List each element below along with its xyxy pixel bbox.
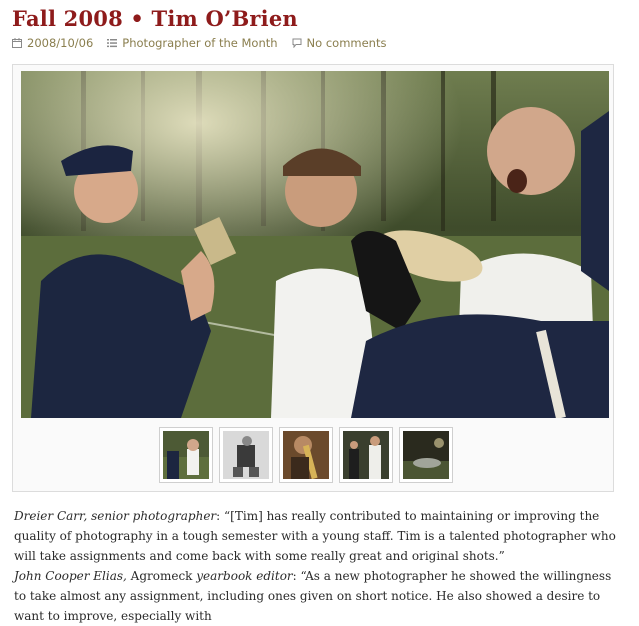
quote-speaker: Dreier Carr, senior photographer <box>14 509 217 523</box>
list-icon <box>107 39 118 48</box>
quote-speaker-affiliation: Agromeck <box>126 569 197 583</box>
quote-speaker-role: yearbook editor <box>196 569 293 583</box>
main-photo-image <box>21 71 609 418</box>
category-link[interactable]: Photographer of the Month <box>122 36 277 50</box>
thumbnail-strip <box>159 427 453 483</box>
gallery-thumbnail[interactable] <box>339 427 393 483</box>
post-date: 2008/10/06 <box>12 36 93 50</box>
quote-speaker-name: John Cooper Elias, <box>14 569 127 583</box>
quote-paragraph: John Cooper Elias, Agromeck yearbook edi… <box>14 566 624 626</box>
post-category: Photographer of the Month <box>107 36 278 50</box>
post-title[interactable]: Fall 2008 • Tim O’Brien <box>12 6 298 31</box>
post-meta: 2008/10/06 Photographer of the Month No … <box>12 36 386 50</box>
gallery-thumbnail[interactable] <box>279 427 333 483</box>
post-date-link[interactable]: 2008/10/06 <box>27 36 93 50</box>
post-comments: No comments <box>292 36 387 50</box>
quote-paragraph: Dreier Carr, senior photographer: “[Tim]… <box>14 506 624 566</box>
photo-gallery <box>12 64 614 492</box>
gallery-thumbnail[interactable] <box>399 427 453 483</box>
comments-link[interactable]: No comments <box>307 36 387 50</box>
post-body: Dreier Carr, senior photographer: “[Tim]… <box>14 506 624 626</box>
gallery-thumbnail[interactable] <box>159 427 213 483</box>
calendar-icon <box>12 38 22 48</box>
speech-bubble-icon <box>292 38 302 48</box>
gallery-thumbnail[interactable] <box>219 427 273 483</box>
main-photo[interactable] <box>21 71 609 418</box>
